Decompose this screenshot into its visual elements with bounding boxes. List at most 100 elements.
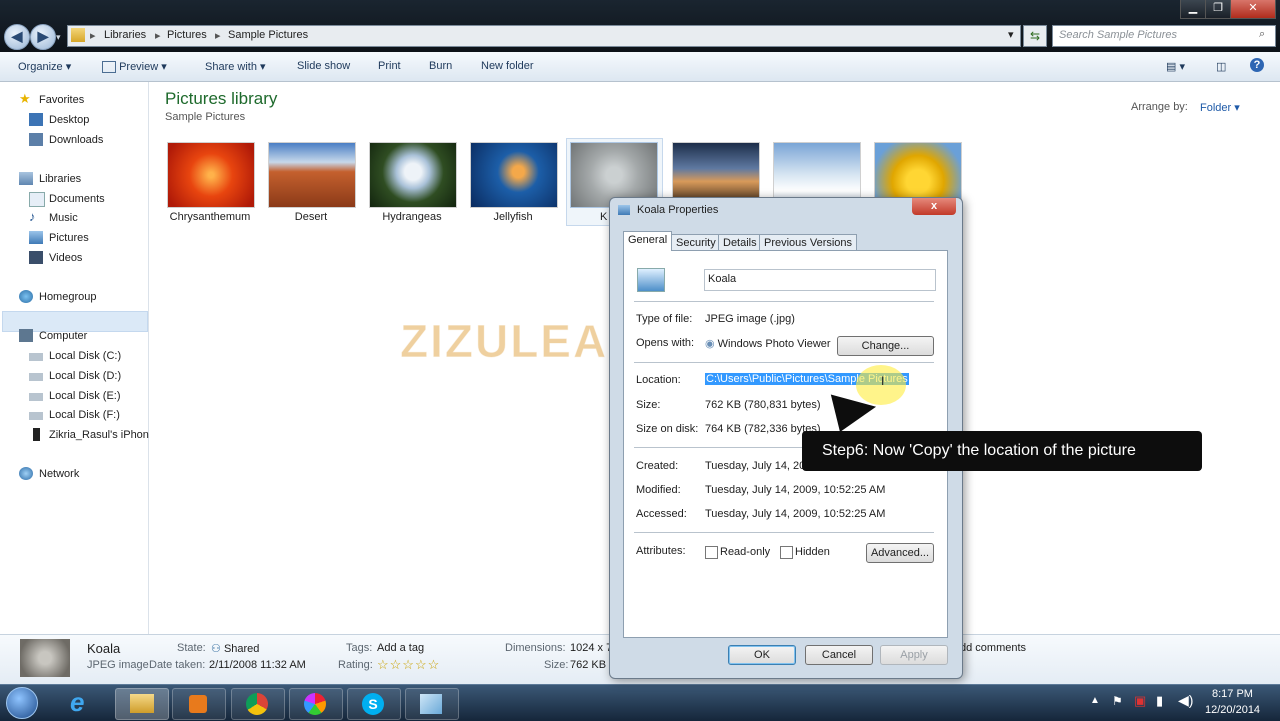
nav-disk-f[interactable]: Local Disk (F:)	[29, 406, 120, 424]
nav-disk-c[interactable]: Local Disk (C:)	[29, 347, 121, 365]
tab-general[interactable]: General	[623, 231, 673, 251]
clock-time[interactable]: 8:17 PM	[1212, 688, 1253, 700]
phone-icon	[33, 428, 40, 441]
print-button[interactable]: Print	[378, 60, 401, 72]
rating-stars[interactable]: ☆☆☆☆☆	[377, 657, 440, 673]
nav-music[interactable]: ♪ Music	[29, 209, 78, 227]
app-icon	[420, 694, 442, 714]
text-cursor-icon: I	[881, 374, 885, 388]
change-view-icon[interactable]: ▤ ▾	[1166, 60, 1185, 73]
nav-disk-d[interactable]: Local Disk (D:)	[29, 367, 121, 385]
power-icon[interactable]: ▮	[1156, 693, 1163, 709]
show-hidden-icons[interactable]: ▲	[1090, 695, 1100, 706]
libraries-icon	[19, 172, 33, 185]
dialog-title: Koala Properties	[637, 204, 719, 216]
help-icon[interactable]: ?	[1250, 58, 1264, 72]
tab-details[interactable]: Details	[718, 234, 762, 251]
apply-button[interactable]: Apply	[880, 645, 948, 665]
thumbnail-desert[interactable]	[268, 142, 356, 208]
hidden-checkbox[interactable]	[780, 546, 793, 559]
preview-button[interactable]: Preview ▾	[102, 60, 167, 74]
nav-videos[interactable]: Videos	[29, 249, 82, 267]
picture-file-icon	[618, 205, 630, 215]
minimize-button[interactable]: ▁	[1180, 0, 1206, 19]
created-label: Created:	[636, 460, 679, 472]
nav-documents[interactable]: Documents	[29, 190, 105, 208]
maximize-button[interactable]: ❐	[1205, 0, 1231, 19]
nav-homegroup[interactable]: Homegroup	[19, 288, 96, 306]
file-name-input[interactable]: Koala	[704, 269, 936, 291]
nav-favorites[interactable]: ★ Favorites	[19, 91, 84, 109]
thumbnail-chrysanthemum[interactable]	[167, 142, 255, 208]
tab-previous-versions[interactable]: Previous Versions	[759, 234, 858, 251]
koala-preview-icon	[20, 639, 70, 677]
chrome-taskbar-button[interactable]	[231, 688, 285, 720]
crumb-libraries[interactable]: Libraries	[104, 29, 146, 41]
search-icon[interactable]: ⌕	[1259, 28, 1265, 41]
comments-value[interactable]: dd comments	[960, 642, 1026, 654]
command-bar: Organize ▾ Preview ▾ Share with ▾ Slide …	[0, 52, 1280, 82]
app-taskbar-button[interactable]	[405, 688, 459, 720]
videos-icon	[29, 251, 43, 264]
drive-icon	[29, 393, 43, 401]
dialog-close-button[interactable]: x	[912, 198, 956, 215]
crumb-pictures[interactable]: Pictures	[167, 29, 207, 41]
size-value: 762 KB	[570, 659, 607, 671]
tutorial-callout: Step6: Now 'Copy' the location of the pi…	[802, 431, 1202, 471]
address-bar[interactable]: ▸ Libraries ▸ Pictures ▸ Sample Pictures…	[67, 25, 1021, 47]
thumbnail-jellyfish[interactable]	[470, 142, 558, 208]
nav-computer[interactable]: Computer	[19, 327, 87, 345]
media-player-taskbar-button[interactable]	[172, 688, 226, 720]
close-window-button[interactable]: ✕	[1230, 0, 1276, 19]
start-button[interactable]	[6, 687, 38, 719]
history-dropdown-icon[interactable]: ▾	[56, 32, 61, 43]
nav-desktop[interactable]: Desktop	[29, 111, 89, 129]
network-status-icon[interactable]: ▣	[1134, 693, 1146, 709]
forward-button[interactable]: ▶	[30, 24, 56, 50]
volume-icon[interactable]: ◀)	[1178, 692, 1193, 709]
title-bar: ▁ ❐ ✕ ◀ ▶ ▾ ▸ Libraries ▸ Pictures ▸ Sam…	[0, 0, 1280, 52]
drive-icon	[29, 412, 43, 420]
nav-iphone[interactable]: Zikria_Rasul's iPhon	[33, 426, 149, 444]
explorer-taskbar-button[interactable]	[115, 688, 169, 720]
cancel-button[interactable]: Cancel	[805, 645, 873, 665]
change-button[interactable]: Change...	[837, 336, 934, 356]
nav-network[interactable]: Network	[19, 465, 79, 483]
nav-downloads[interactable]: Downloads	[29, 131, 103, 149]
thumbnail-hydrangeas[interactable]	[369, 142, 457, 208]
tags-value[interactable]: Add a tag	[377, 642, 424, 654]
photo-gallery-taskbar-button[interactable]	[289, 688, 343, 720]
internet-explorer-icon[interactable]: e	[70, 689, 98, 717]
opens-with-value: ◉ Windows Photo Viewer	[705, 338, 831, 350]
caption-chrysanthemum: Chrysanthemum	[169, 211, 251, 223]
action-center-icon[interactable]: ⚑	[1112, 694, 1123, 708]
tags-label: Tags:	[346, 642, 373, 654]
divider	[634, 301, 934, 302]
crumb-sample-pictures[interactable]: Sample Pictures	[228, 29, 308, 41]
advanced-button[interactable]: Advanced...	[866, 543, 934, 563]
preview-pane-icon[interactable]: ◫	[1216, 60, 1226, 73]
nav-disk-e[interactable]: Local Disk (E:)	[29, 387, 121, 405]
new-folder-button[interactable]: New folder	[481, 60, 534, 72]
search-input[interactable]: Search Sample Pictures ⌕	[1052, 25, 1276, 47]
refresh-icon[interactable]: ⇆	[1023, 25, 1047, 47]
nav-libraries[interactable]: Libraries	[19, 170, 81, 188]
organize-button[interactable]: Organize ▾	[18, 60, 71, 73]
modified-value: Tuesday, July 14, 2009, 10:52:25 AM	[705, 484, 886, 496]
back-button[interactable]: ◀	[4, 24, 30, 50]
arrange-by-dropdown[interactable]: Folder ▾	[1200, 101, 1240, 114]
address-dropdown-icon[interactable]: ▾	[1008, 28, 1014, 41]
network-icon	[19, 467, 33, 480]
nav-pictures[interactable]: Pictures	[29, 229, 89, 247]
caption-koala: K	[600, 211, 608, 223]
homegroup-icon	[19, 290, 33, 303]
ok-button[interactable]: OK	[728, 645, 796, 665]
tab-security[interactable]: Security	[671, 234, 721, 251]
share-with-button[interactable]: Share with ▾	[205, 60, 266, 73]
slide-show-button[interactable]: Slide show	[297, 60, 350, 72]
skype-taskbar-button[interactable]: S	[347, 688, 401, 720]
readonly-checkbox[interactable]	[705, 546, 718, 559]
photo-viewer-icon: ◉	[705, 338, 715, 350]
clock-date[interactable]: 12/20/2014	[1205, 704, 1260, 716]
burn-button[interactable]: Burn	[429, 60, 452, 72]
